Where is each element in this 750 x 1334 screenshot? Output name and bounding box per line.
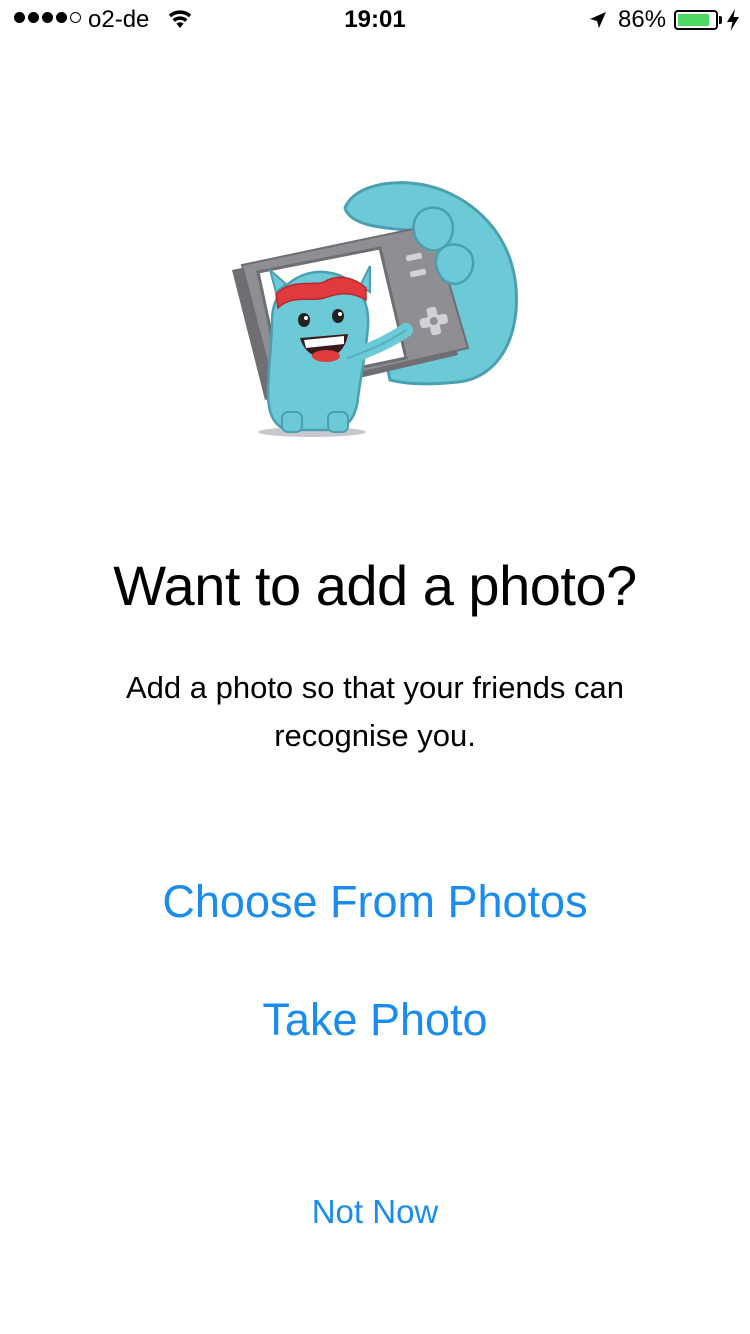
status-bar: o2-de 19:01 86% xyxy=(0,0,750,40)
battery-icon xyxy=(674,10,718,30)
page-title: Want to add a photo? xyxy=(113,554,637,617)
battery-tip xyxy=(719,16,722,24)
location-arrow-icon xyxy=(590,12,606,28)
monster-selfie-illustration xyxy=(232,181,518,437)
not-now-button[interactable]: Not Now xyxy=(75,1190,675,1234)
battery-level-fill xyxy=(678,14,709,26)
charging-bolt-icon xyxy=(727,9,739,31)
choose-from-photos-button[interactable]: Choose From Photos xyxy=(75,872,675,932)
page-subtitle: Add a photo so that your friends can rec… xyxy=(125,670,625,753)
battery-percentage: 86% xyxy=(618,6,667,33)
take-photo-button[interactable]: Take Photo xyxy=(75,990,675,1050)
